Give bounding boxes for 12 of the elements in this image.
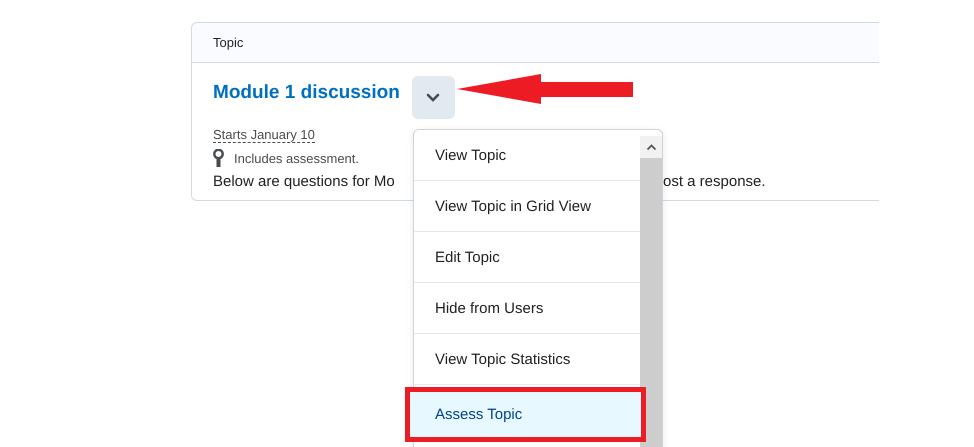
scrollbar[interactable]	[640, 136, 662, 447]
topic-title-link[interactable]: Module 1 discussion	[213, 82, 400, 104]
description-text: ost a response.	[663, 173, 766, 190]
column-header: Topic	[213, 35, 244, 50]
ribbon-icon	[213, 149, 224, 167]
assessment-note: Includes assessment.	[234, 150, 360, 166]
dropdown-button[interactable]	[412, 76, 455, 118]
chevron-up-icon	[646, 144, 656, 150]
chevron-down-icon	[426, 92, 440, 102]
scroll-up-button[interactable]	[640, 136, 662, 158]
start-date: Starts January 10	[213, 127, 315, 143]
description-text: Below are questions for Mo	[213, 173, 396, 190]
